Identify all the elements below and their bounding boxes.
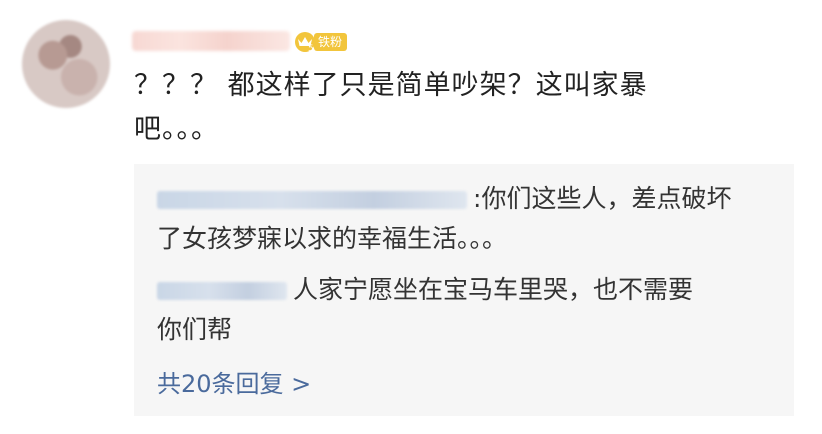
reply-text-line-1: 你们这些人，差点破坏 (481, 184, 732, 213)
badge-level: 5 (308, 44, 314, 53)
reply-item[interactable]: :你们这些人，差点破坏 了女孩梦寐以求的幸福生活。。。 (157, 179, 777, 259)
reply-text-line-2: 了女孩梦寐以求的幸福生活。。。 (157, 224, 508, 253)
reply-item[interactable]: 人家宁愿坐在宝马车里哭，也不需要 你们帮 (157, 270, 777, 350)
comment-line-2: 吧。。。 (134, 114, 219, 145)
reply-author-blurred[interactable] (157, 282, 287, 300)
user-avatar[interactable] (22, 20, 110, 108)
more-replies-link[interactable]: 共20条回复 > (157, 364, 311, 404)
reply-box: :你们这些人，差点破坏 了女孩梦寐以求的幸福生活。。。 人家宁愿坐在宝马车里哭，… (134, 164, 794, 416)
badge-label: 铁粉 (314, 33, 348, 51)
reply-text-line-1: 人家宁愿坐在宝马车里哭，也不需要 (293, 275, 694, 304)
username-blurred[interactable] (132, 31, 290, 51)
comment-text: ？？？ 都这样了只是简单吵架？这叫家暴 吧。。。 (134, 64, 714, 152)
fan-badge: 5 铁粉 (294, 31, 348, 54)
crown-icon: 5 (294, 31, 316, 54)
reply-text-line-2: 你们帮 (157, 315, 233, 344)
comment-line-1: ？？？ 都这样了只是简单吵架？这叫家暴 (134, 70, 648, 101)
reply-author-blurred[interactable] (157, 191, 467, 209)
